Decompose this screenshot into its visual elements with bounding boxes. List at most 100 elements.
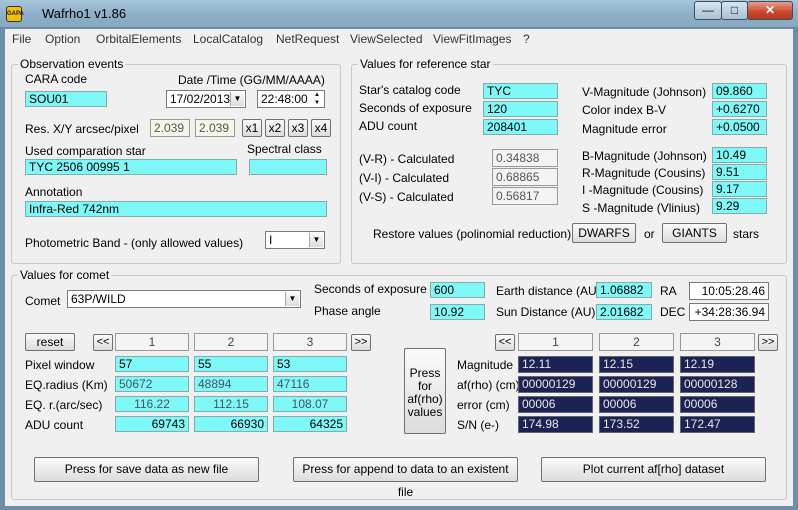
mag-error-label: Magnitude error [582, 122, 667, 136]
comet-exposure-field[interactable]: 600 [430, 282, 485, 298]
zoom-x4-button[interactable]: x4 [311, 119, 331, 137]
window-title: Wafrho1 v1.86 [42, 6, 127, 21]
earth-distance-field[interactable]: 1.06882 [596, 282, 652, 298]
next-columns-button[interactable]: >> [351, 334, 371, 351]
menu-local-catalog[interactable]: LocalCatalog [193, 32, 263, 46]
comet-select-value: 63P/WILD [71, 292, 126, 306]
prev-results-button[interactable]: << [495, 334, 515, 351]
catalog-code-field[interactable]: TYC [483, 83, 558, 99]
spin-down-icon[interactable]: ▼ [311, 99, 323, 107]
sn-1: 174.98 [518, 416, 593, 433]
app-logo-icon: GAPA [6, 6, 24, 22]
chevron-down-icon[interactable]: ▼ [230, 92, 244, 106]
annotation-label: Annotation [25, 185, 83, 199]
magnitude-3: 12.19 [680, 356, 755, 373]
vr-field: 0.34838 [492, 149, 558, 167]
result-header-3: 3 [680, 333, 755, 351]
imag-label: I -Magnitude (Cousins) [582, 183, 704, 197]
dwarfs-button[interactable]: DWARFS [572, 223, 636, 243]
error-3: 00006 [680, 396, 755, 413]
column-header-1: 1 [115, 333, 189, 351]
date-picker[interactable]: 17/02/2013 ▼ [166, 90, 246, 108]
comet-adu-1[interactable]: 69743 [115, 416, 189, 432]
comet-adu-2[interactable]: 66930 [194, 416, 268, 432]
title-bar[interactable]: GAPA Wafrho1 v1.86 — □ ✕ [0, 0, 798, 28]
zoom-x3-button[interactable]: x3 [288, 119, 308, 137]
pixel-window-3[interactable]: 53 [273, 356, 347, 372]
next-results-button[interactable]: >> [758, 334, 778, 351]
append-file-button[interactable]: Press for append to data to an existent … [293, 457, 518, 499]
menu-net-request[interactable]: NetRequest [276, 32, 339, 46]
eq-radius-3: 47116 [273, 376, 347, 392]
zoom-x2-button[interactable]: x2 [265, 119, 285, 137]
press-afrho-button[interactable]: Press for af(rho) values [404, 348, 446, 434]
phase-angle-field[interactable]: 10.92 [430, 304, 485, 320]
spectral-class-field[interactable] [249, 159, 327, 175]
dec-label: DEC [660, 305, 686, 319]
maximize-button[interactable]: □ [721, 1, 748, 20]
eq-radius-2: 48894 [194, 376, 268, 392]
vmag-field[interactable]: 09.860 [712, 83, 767, 99]
comet-select[interactable]: 63P/WILD ▼ [67, 290, 301, 308]
observation-events-title: Observation events [18, 57, 126, 71]
comparison-star-field[interactable]: TYC 2506 00995 1 [25, 159, 237, 175]
resolution-label: Res. X/Y arcsec/pixel [25, 122, 139, 136]
minimize-button[interactable]: — [694, 1, 722, 20]
stars-label: stars [733, 227, 760, 241]
phase-angle-label: Phase angle [314, 304, 381, 318]
annotation-field[interactable]: Infra-Red 742nm [25, 201, 327, 217]
menu-option[interactable]: Option [45, 32, 80, 46]
afrho-label: af(rho) (cm) [457, 378, 520, 392]
sun-distance-label: Sun Distance (AU) [496, 305, 596, 319]
menu-help[interactable]: ? [523, 32, 530, 46]
color-index-label: Color index B-V [582, 103, 667, 117]
error-label: error (cm) [457, 398, 510, 412]
reset-button[interactable]: reset [25, 333, 75, 351]
cara-code-field[interactable]: SOU01 [25, 91, 107, 107]
bmag-field[interactable]: 10.49 [712, 147, 767, 163]
rmag-field[interactable]: 9.51 [712, 164, 767, 180]
error-1: 00006 [518, 396, 593, 413]
eq-radius-1: 50672 [115, 376, 189, 392]
pixel-window-1[interactable]: 57 [115, 356, 189, 372]
ref-adu-field[interactable]: 208401 [483, 119, 558, 135]
magnitude-1: 12.11 [518, 356, 593, 373]
sn-3: 172.47 [680, 416, 755, 433]
spectral-class-label: Spectral class [247, 142, 322, 156]
time-spinner[interactable]: 22:48:00 ▲ ▼ [257, 90, 325, 108]
photometric-band-select[interactable]: I ▼ [265, 231, 325, 249]
imag-field[interactable]: 9.17 [712, 181, 767, 197]
giants-button[interactable]: GIANTS [662, 223, 727, 243]
sun-distance-field[interactable]: 2.01682 [596, 304, 652, 320]
comet-values-group: Values for comet Comet 63P/WILD ▼ Second… [11, 268, 787, 500]
ref-exposure-field[interactable]: 120 [483, 101, 558, 117]
res-y-field[interactable]: 2.039 [195, 119, 235, 137]
chevron-down-icon[interactable]: ▼ [285, 292, 299, 306]
save-new-file-button[interactable]: Press for save data as new file [34, 457, 259, 482]
main-panel: Observation events CARA code SOU01 Date … [5, 49, 793, 506]
res-x-field[interactable]: 2.039 [150, 119, 190, 137]
zoom-x1-button[interactable]: x1 [242, 119, 262, 137]
rmag-label: R-Magnitude (Cousins) [582, 166, 706, 180]
prev-columns-button[interactable]: << [93, 334, 113, 351]
color-index-field[interactable]: +0.6270 [712, 101, 767, 117]
menu-view-selected[interactable]: ViewSelected [350, 32, 423, 46]
vs-field: 0.56817 [492, 187, 558, 205]
eq-radius-label: EQ.radius (Km) [25, 378, 108, 392]
smag-field[interactable]: 9.29 [712, 198, 767, 214]
comet-adu-3[interactable]: 64325 [273, 416, 347, 432]
pixel-window-2[interactable]: 55 [194, 356, 268, 372]
close-button[interactable]: ✕ [747, 1, 793, 20]
comet-label: Comet [25, 294, 61, 308]
comet-values-title: Values for comet [18, 268, 112, 282]
comet-exposure-label: Seconds of exposure [314, 282, 427, 296]
menu-orbital-elements[interactable]: OrbitalElements [96, 32, 181, 46]
mag-error-field[interactable]: +0.0500 [712, 119, 767, 135]
plot-afrho-button[interactable]: Plot current af[rho] dataset [541, 457, 766, 482]
spin-up-icon[interactable]: ▲ [311, 91, 323, 99]
column-header-2: 2 [194, 333, 268, 351]
menu-file[interactable]: File [12, 32, 31, 46]
chevron-down-icon[interactable]: ▼ [309, 233, 323, 247]
ref-adu-label: ADU count [359, 119, 418, 133]
menu-view-fit-images[interactable]: ViewFitImages [433, 32, 511, 46]
